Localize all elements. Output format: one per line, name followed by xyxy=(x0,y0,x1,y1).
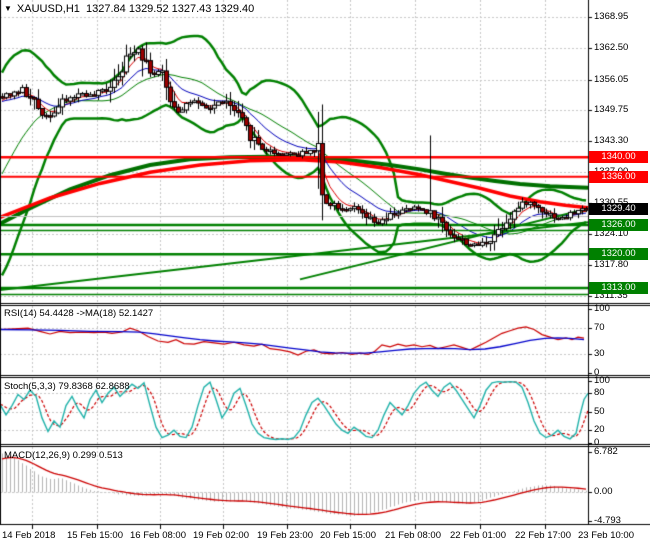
chart-canvas[interactable] xyxy=(0,0,650,550)
price-tick-label: 1368.95 xyxy=(594,11,629,22)
macd-tick-label: 0.00 xyxy=(594,486,613,498)
rsi-indicator-label: RSI(14) 54.4428 ->MA(18) 52.1427 xyxy=(4,308,154,319)
macd-tick-label: 6.782 xyxy=(594,446,618,457)
time-axis-label: 16 Feb 08:00 xyxy=(130,530,186,541)
stoch-indicator-label: Stoch(5,3,3) 79.8368 62.8688 xyxy=(4,381,130,392)
rsi-tick-label: 70 xyxy=(594,322,605,334)
symbol-dropdown-icon[interactable]: ▼ xyxy=(4,4,12,13)
stoch-tick-label: 80 xyxy=(594,387,605,399)
symbol-ohlc-values: 1327.84 1329.52 1327.43 1329.40 xyxy=(86,3,255,15)
macd-indicator-label: MACD(12,26,9) 0.299 0.513 xyxy=(4,450,123,461)
price-level-badge: 1329.40 xyxy=(589,202,648,215)
price-level-badge: 1326.00 xyxy=(589,219,648,232)
time-axis-label: 22 Feb 01:00 xyxy=(450,530,506,541)
time-axis-label: 14 Feb 2018 xyxy=(2,530,56,541)
rsi-tick-label: 30 xyxy=(594,347,605,359)
macd-tick-label: -4.793 xyxy=(594,514,621,526)
price-tick-label: 1349.75 xyxy=(594,104,629,116)
time-axis-label: 21 Feb 08:00 xyxy=(385,530,441,541)
price-tick-label: 1356.05 xyxy=(594,73,629,85)
time-axis-label: 20 Feb 15:00 xyxy=(320,530,376,541)
symbol-name: XAUUSD,H1 xyxy=(16,3,80,15)
stoch-tick-label: 50 xyxy=(594,405,605,417)
stoch-tick-label: 100 xyxy=(594,375,610,386)
time-axis-label: 22 Feb 17:00 xyxy=(515,530,571,541)
price-level-badge: 1340.00 xyxy=(589,151,648,164)
rsi-tick-label: 100 xyxy=(594,303,610,314)
price-tick-label: 1343.30 xyxy=(594,135,629,147)
price-level-badge: 1320.00 xyxy=(589,248,648,261)
price-level-badge: 1313.00 xyxy=(589,282,648,295)
stoch-tick-label: 20 xyxy=(594,424,605,436)
price-tick-label: 1362.50 xyxy=(594,42,629,54)
price-level-badge: 1336.00 xyxy=(589,170,648,183)
trading-chart-window: { "header": { "dropdown_icon": "▼", "sym… xyxy=(0,0,650,550)
time-axis-label: 19 Feb 23:00 xyxy=(257,530,313,541)
symbol-info-bar: ▼ XAUUSD,H1 1327.84 1329.52 1327.43 1329.… xyxy=(4,3,254,15)
price-tick-label: 1317.80 xyxy=(594,258,629,270)
time-axis-label: 23 Feb 10:00 xyxy=(578,530,634,541)
time-axis-label: 15 Feb 15:00 xyxy=(67,530,123,541)
time-axis-label: 19 Feb 02:00 xyxy=(193,530,249,541)
